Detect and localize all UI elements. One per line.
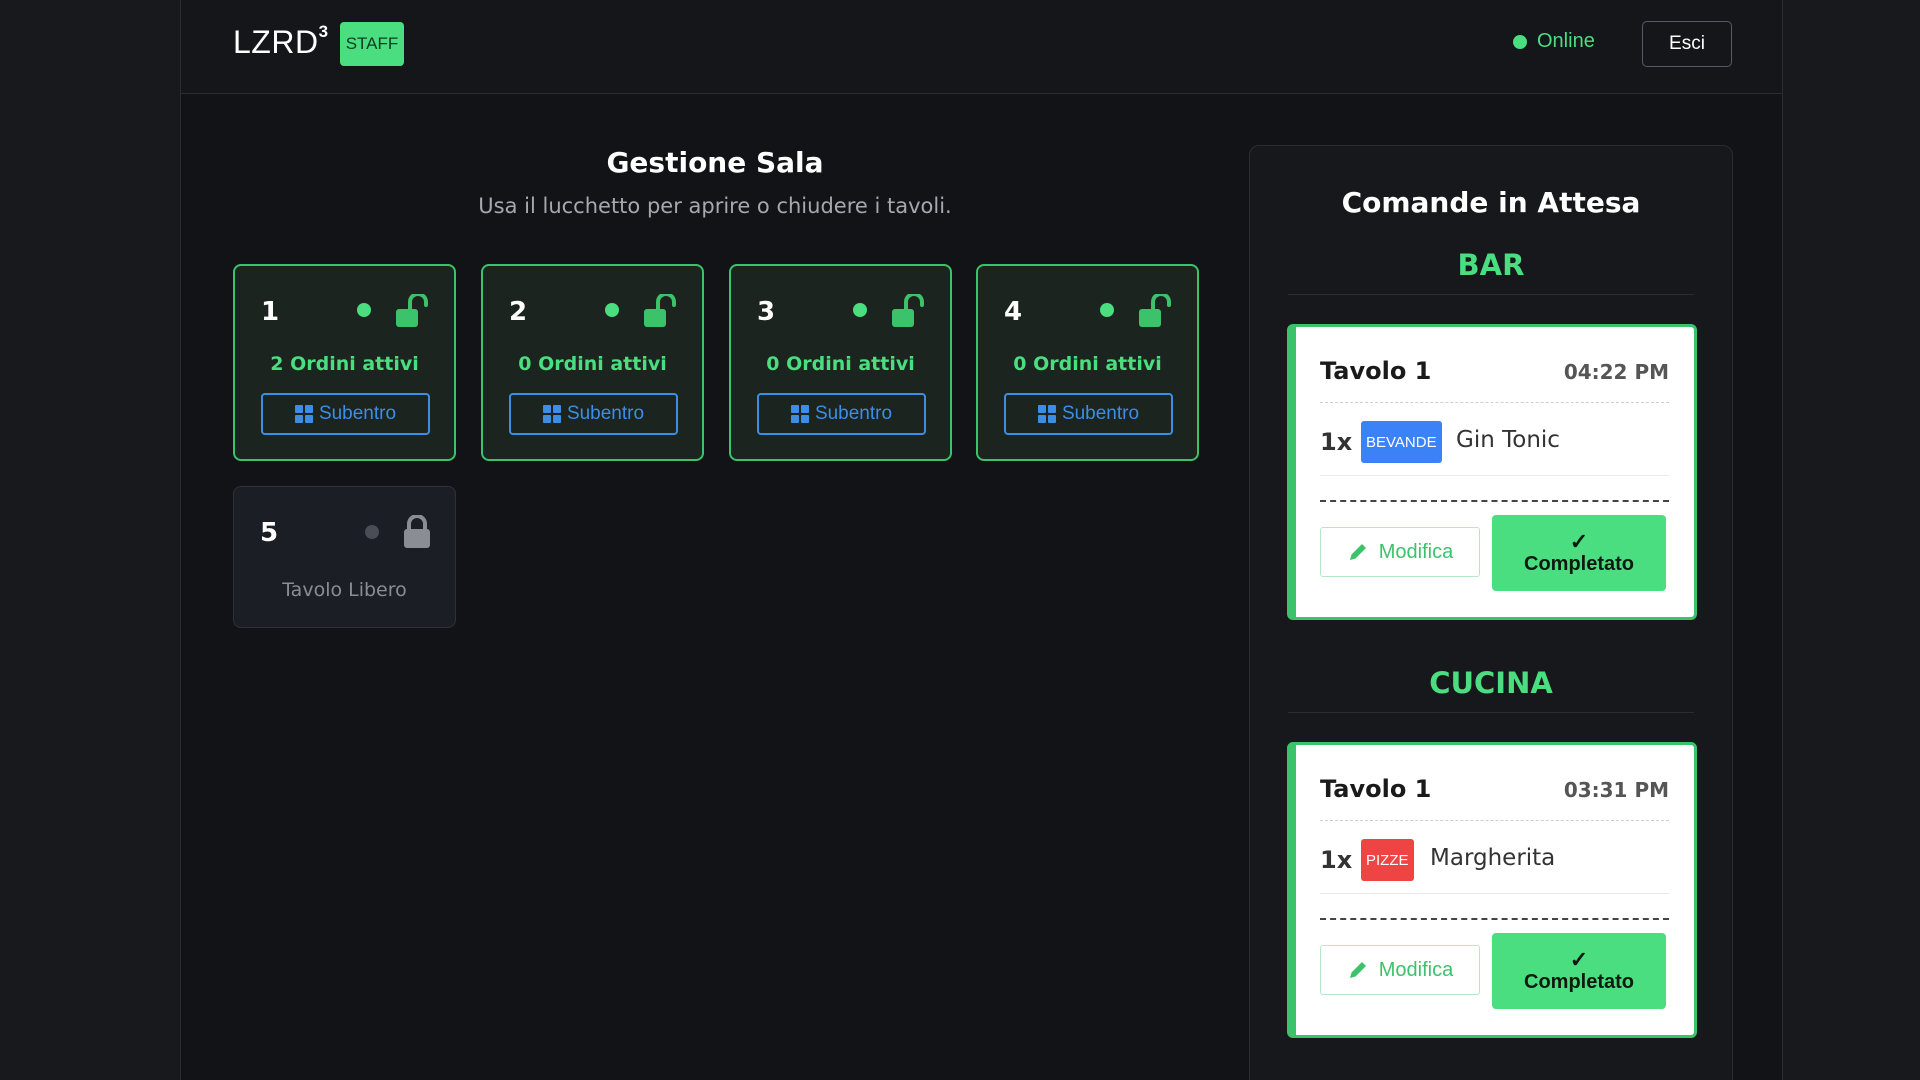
grid-icon [294, 405, 313, 423]
pencil-icon [1349, 962, 1366, 978]
unlocked-padlock-icon[interactable] [643, 294, 679, 328]
order-time: 04:22 PM [1563, 360, 1669, 384]
online-dot-icon [1513, 34, 1527, 49]
table-card-1[interactable]: 1 2 Ordini attivi Subentro [233, 264, 456, 461]
pencil-icon [1349, 544, 1366, 560]
panel-title: Comande in Attesa [1341, 186, 1641, 219]
staff-badge: STAFF [340, 22, 404, 66]
unlocked-padlock-icon[interactable] [395, 294, 431, 328]
order-ticket-cucina: Tavolo 1 03:31 PM 1x PIZZE Margherita Mo… [1287, 742, 1697, 1038]
status-dot-icon [853, 303, 867, 317]
status-dot-icon [365, 525, 379, 539]
complete-order-button[interactable]: ✓ Completato [1492, 933, 1666, 1009]
item-quantity: 1x [1320, 846, 1353, 874]
locked-padlock-icon[interactable] [400, 515, 436, 549]
order-ticket-bar: Tavolo 1 04:22 PM 1x BEVANDE Gin Tonic M… [1287, 324, 1697, 620]
grid-icon [1037, 405, 1056, 423]
top-bar: LZRD3 STAFF Online Esci [181, 0, 1782, 94]
item-quantity: 1x [1320, 428, 1353, 456]
checkmark-icon: ✓ [1569, 946, 1589, 972]
active-orders-count: 0 Ordini attivi [1013, 353, 1162, 375]
section-heading-bar: BAR [1288, 248, 1694, 295]
category-badge: PIZZE [1361, 839, 1414, 881]
table-number: 2 [509, 297, 528, 327]
app-logo: LZRD3 [233, 22, 329, 60]
table-card-4[interactable]: 4 0 Ordini attivi Subentro [976, 264, 1199, 461]
page-title: Gestione Sala [606, 146, 824, 179]
active-orders-count: 2 Ordini attivi [270, 353, 419, 375]
unlocked-padlock-icon[interactable] [1138, 294, 1174, 328]
table-card-2[interactable]: 2 0 Ordini attivi Subentro [481, 264, 704, 461]
pending-orders-panel: Comande in Attesa BAR Tavolo 1 04:22 PM … [1249, 145, 1733, 1080]
edit-order-button[interactable]: Modifica [1320, 527, 1480, 577]
takeover-button[interactable]: Subentro [261, 393, 430, 435]
status-dot-icon [1100, 303, 1114, 317]
complete-order-button[interactable]: ✓ Completato [1492, 515, 1666, 591]
divider [1320, 475, 1669, 476]
checkmark-icon: ✓ [1569, 528, 1589, 554]
grid-icon [542, 405, 561, 423]
divider [1320, 500, 1669, 502]
table-number: 3 [757, 297, 776, 327]
takeover-button[interactable]: Subentro [757, 393, 926, 435]
takeover-button[interactable]: Subentro [1004, 393, 1173, 435]
status-dot-icon [357, 303, 371, 317]
divider [1320, 402, 1669, 403]
section-heading-cucina: CUCINA [1288, 666, 1694, 713]
connection-status: Online [1513, 30, 1595, 53]
item-name: Margherita [1430, 845, 1556, 871]
table-number: 1 [261, 297, 280, 327]
order-table: Tavolo 1 [1320, 775, 1432, 803]
table-free-label: Tavolo Libero [282, 579, 407, 601]
table-card-5[interactable]: 5 Tavolo Libero [233, 486, 456, 628]
divider [1320, 918, 1669, 920]
unlocked-padlock-icon[interactable] [891, 294, 927, 328]
table-number: 5 [260, 518, 279, 548]
active-orders-count: 0 Ordini attivi [518, 353, 667, 375]
edit-order-button[interactable]: Modifica [1320, 945, 1480, 995]
page-subtitle: Usa il lucchetto per aprire o chiudere i… [478, 194, 952, 218]
order-table: Tavolo 1 [1320, 357, 1432, 385]
order-time: 03:31 PM [1563, 778, 1669, 802]
app-frame: LZRD3 STAFF Online Esci Gestione Sala Us… [180, 0, 1783, 1080]
active-orders-count: 0 Ordini attivi [766, 353, 915, 375]
status-dot-icon [605, 303, 619, 317]
table-card-3[interactable]: 3 0 Ordini attivi Subentro [729, 264, 952, 461]
status-label: Online [1537, 30, 1595, 52]
logout-button[interactable]: Esci [1642, 21, 1732, 67]
item-name: Gin Tonic [1456, 427, 1560, 453]
table-number: 4 [1004, 297, 1023, 327]
takeover-button[interactable]: Subentro [509, 393, 678, 435]
grid-icon [790, 405, 809, 423]
divider [1320, 893, 1669, 894]
category-badge: BEVANDE [1361, 421, 1442, 463]
divider [1320, 820, 1669, 821]
